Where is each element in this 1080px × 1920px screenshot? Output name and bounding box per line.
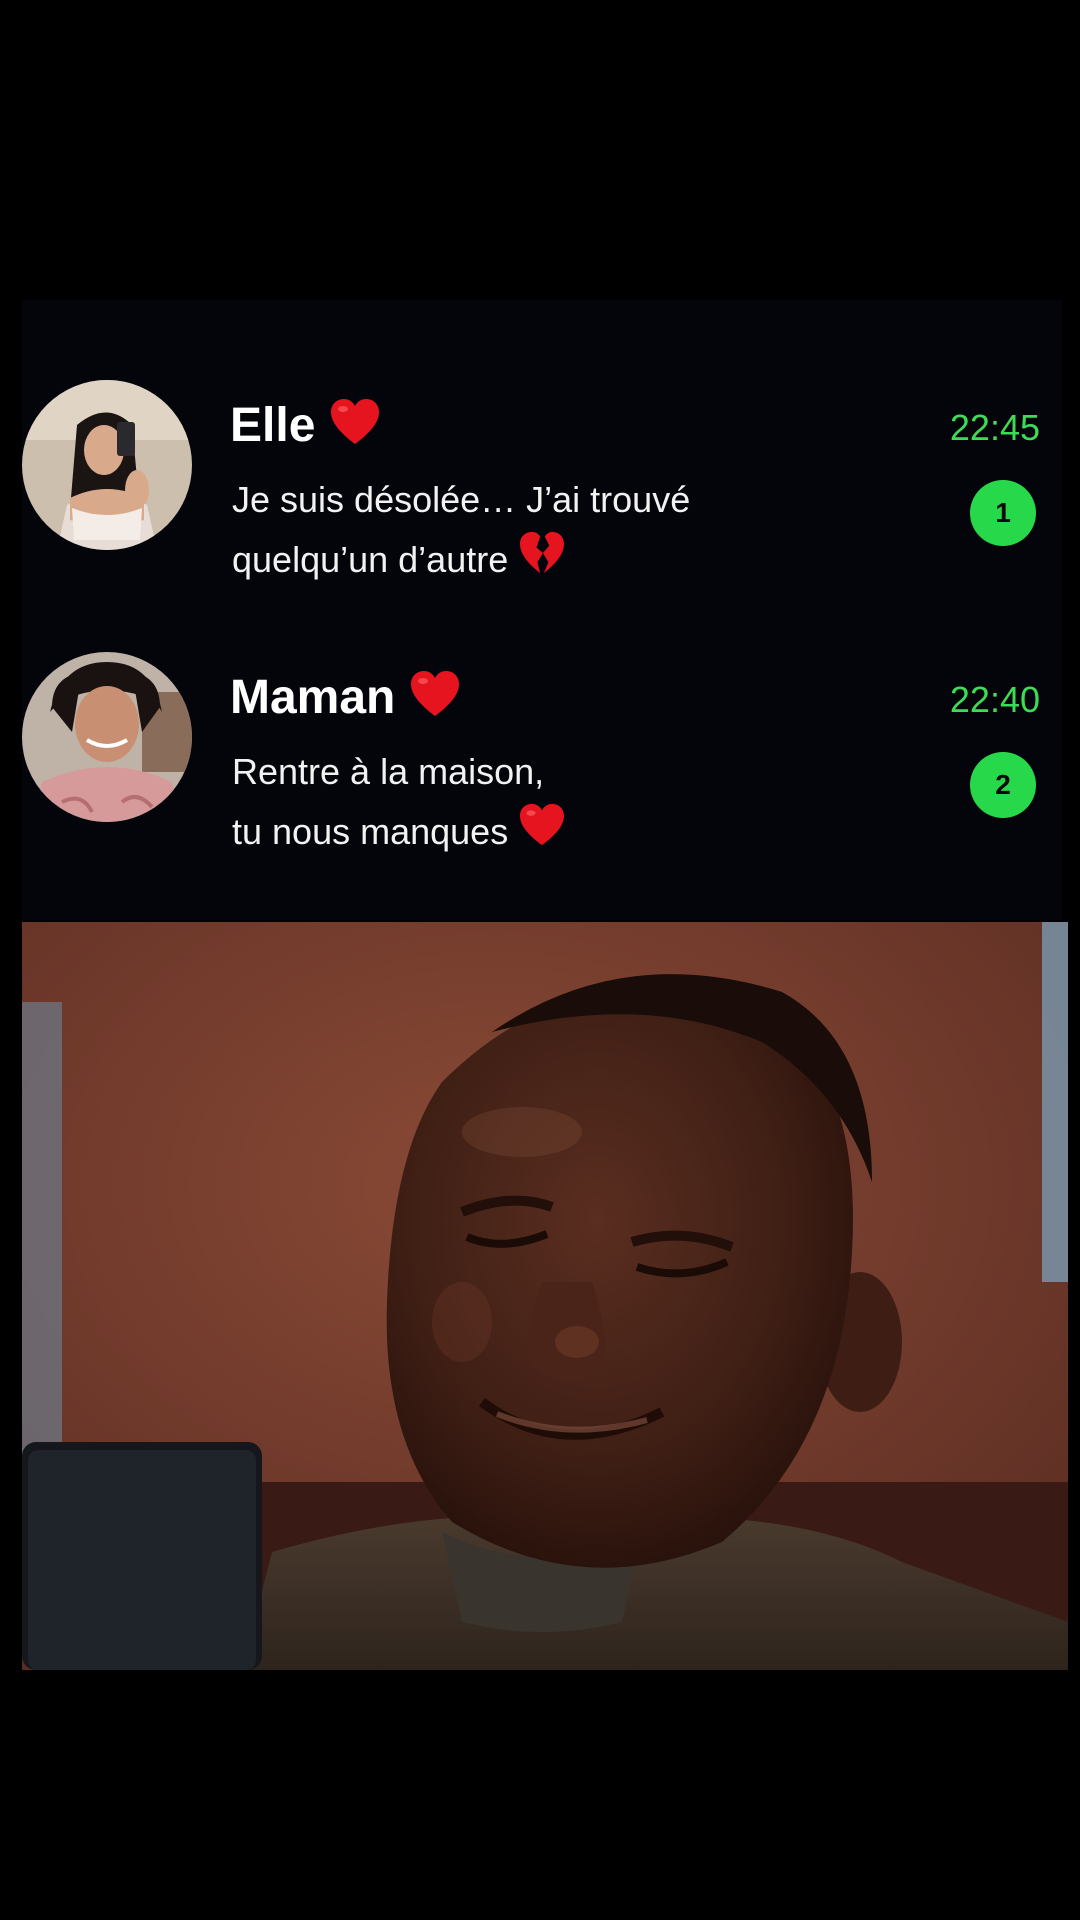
- contact-name: Elle: [230, 398, 381, 459]
- message-line-2: quelqu’un d’autre: [232, 530, 690, 593]
- chat-item-elle[interactable]: Elle Je suis désolée… J’ai trouvé quelqu…: [22, 380, 1062, 580]
- avatar: [22, 652, 192, 822]
- red-heart-icon: [518, 803, 566, 865]
- red-heart-icon: [329, 398, 381, 459]
- unread-count-badge: 2: [970, 752, 1036, 818]
- contact-name-text: Maman: [230, 671, 396, 725]
- contact-name: Maman: [230, 670, 461, 731]
- broken-heart-icon: [518, 531, 566, 593]
- message-line-1: Je suis désolée… J’ai trouvé: [232, 479, 691, 520]
- message-line-1: Rentre à la maison,: [232, 751, 545, 792]
- man-smiling-at-phone-image: [22, 922, 1068, 1670]
- red-heart-icon: [409, 670, 461, 731]
- avatar-maman-image: [22, 652, 192, 822]
- message-line-2: tu nous manques: [232, 802, 566, 865]
- contact-name-text: Elle: [230, 399, 316, 453]
- message-line-2-text: tu nous manques: [232, 811, 509, 852]
- message-time: 22:40: [949, 679, 1040, 720]
- meme-page: Elle Je suis désolée… J’ai trouvé quelqu…: [0, 0, 1080, 1920]
- message-line-2-text: quelqu’un d’autre: [232, 539, 509, 580]
- reaction-photo: [22, 922, 1068, 1670]
- avatar-elle-image: [22, 380, 192, 550]
- chat-item-maman[interactable]: Maman Rentre à la maison, tu nous manque…: [22, 652, 1062, 852]
- message-preview: Je suis désolée… J’ai trouvé quelqu’un d…: [232, 470, 690, 593]
- unread-count-badge: 1: [970, 480, 1036, 546]
- avatar: [22, 380, 192, 550]
- message-time: 22:45: [949, 407, 1040, 448]
- chat-list: Elle Je suis désolée… J’ai trouvé quelqu…: [22, 300, 1062, 920]
- message-preview: Rentre à la maison, tu nous manques: [232, 742, 566, 865]
